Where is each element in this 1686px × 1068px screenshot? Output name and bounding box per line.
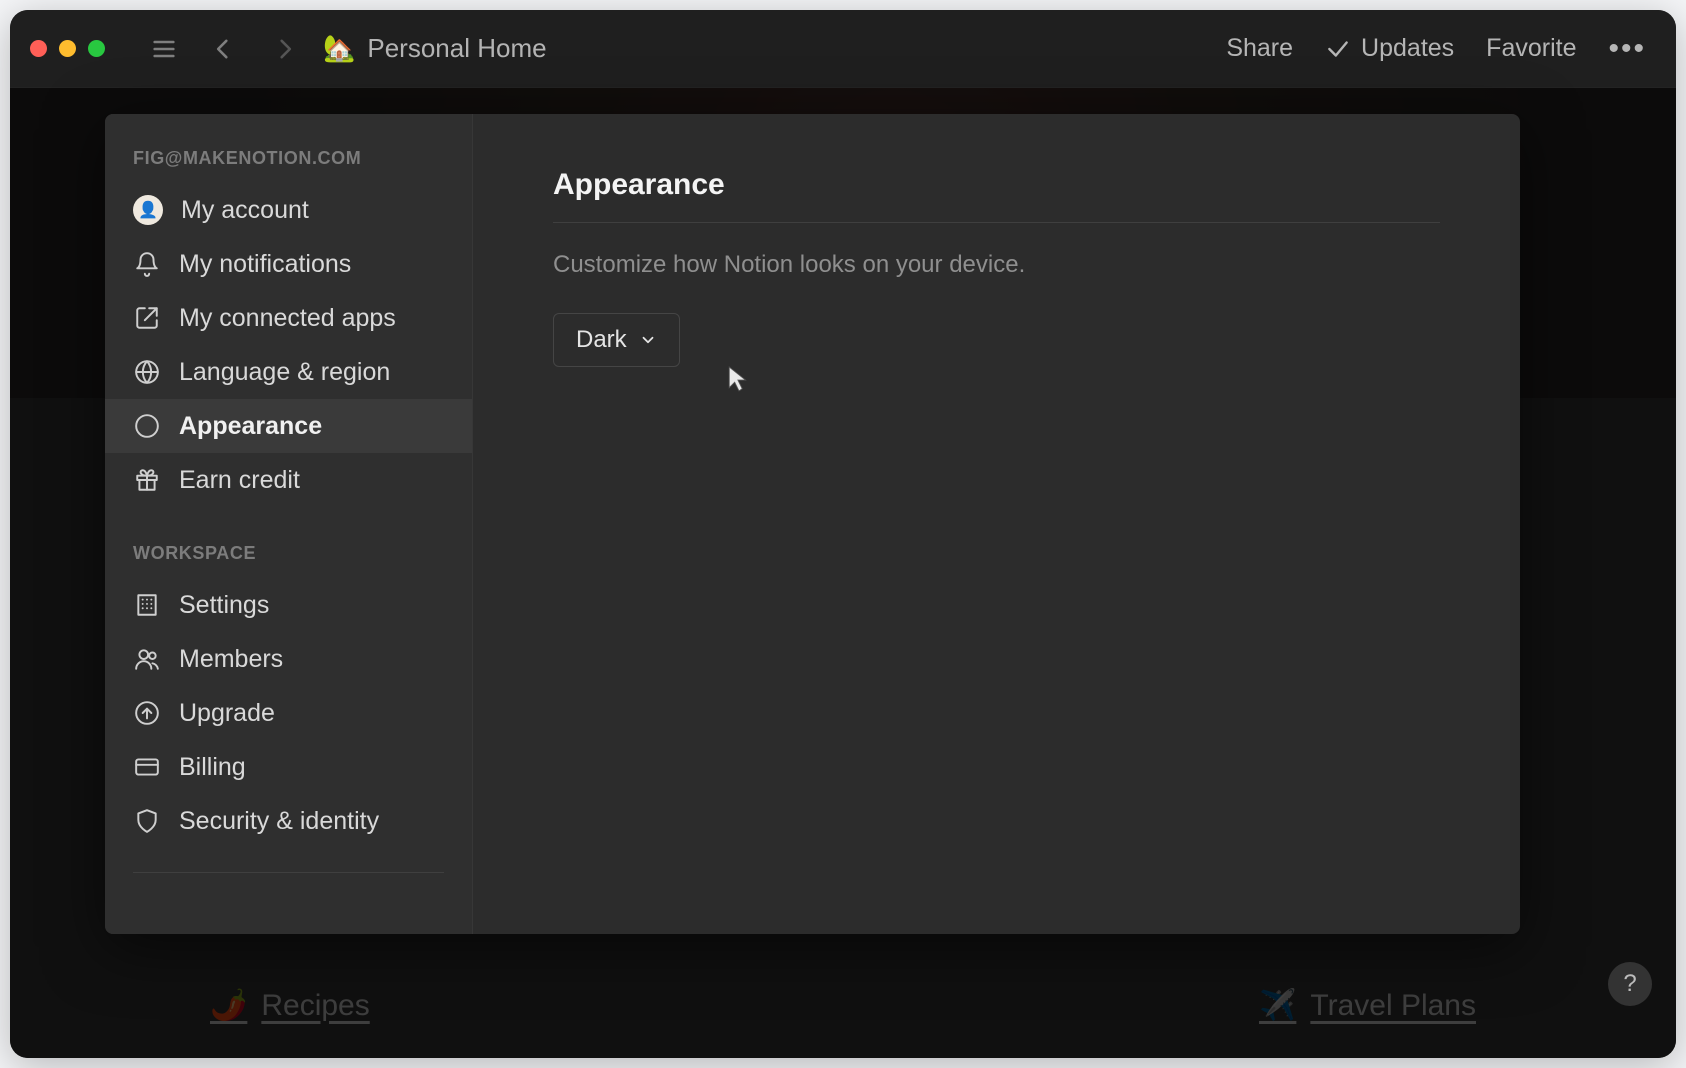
- breadcrumb[interactable]: 🏡 Personal Home: [323, 33, 547, 64]
- sidebar-divider: [133, 872, 444, 873]
- sidebar-item-settings[interactable]: Settings: [105, 578, 472, 632]
- recipes-emoji-icon: 🌶️: [210, 988, 247, 1023]
- travel-emoji-icon: ✈️: [1259, 988, 1296, 1023]
- sidebar-item-language[interactable]: Language & region: [105, 345, 472, 399]
- check-icon: [1325, 36, 1351, 62]
- favorite-button[interactable]: Favorite: [1486, 34, 1576, 63]
- settings-modal: FIG@MAKENOTION.COM 👤 My account My notif…: [105, 114, 1520, 934]
- sidebar-item-label: My account: [181, 196, 309, 225]
- sidebar-item-label: Appearance: [179, 412, 322, 441]
- settings-panel: Appearance Customize how Notion looks on…: [473, 114, 1520, 934]
- sidebar-item-label: My connected apps: [179, 304, 396, 333]
- share-button[interactable]: Share: [1226, 34, 1293, 63]
- sidebar-item-upgrade[interactable]: Upgrade: [105, 686, 472, 740]
- globe-icon: [133, 358, 161, 386]
- updates-button[interactable]: Updates: [1325, 34, 1454, 63]
- sidebar-item-appearance[interactable]: Appearance: [105, 399, 472, 453]
- theme-value: Dark: [576, 326, 627, 354]
- sidebar-item-label: Upgrade: [179, 699, 275, 728]
- sidebar-item-label: My notifications: [179, 250, 351, 279]
- bell-icon: [133, 250, 161, 278]
- building-icon: [133, 591, 161, 619]
- page-link-travel[interactable]: ✈️ Travel Plans: [1259, 988, 1476, 1023]
- traffic-lights: [30, 40, 105, 57]
- titlebar: 🏡 Personal Home Share Updates Favorite •…: [10, 10, 1676, 88]
- sidebar-item-members[interactable]: Members: [105, 632, 472, 686]
- avatar-icon: 👤: [133, 195, 163, 225]
- page-links: 🌶️ Recipes ✈️ Travel Plans: [210, 988, 1476, 1023]
- sidebar-item-security[interactable]: Security & identity: [105, 794, 472, 848]
- sidebar-item-billing[interactable]: Billing: [105, 740, 472, 794]
- back-button[interactable]: [203, 28, 245, 70]
- app-window: 🏡 Personal Home Share Updates Favorite •…: [10, 10, 1676, 1058]
- minimize-window-button[interactable]: [59, 40, 76, 57]
- credit-card-icon: [133, 753, 161, 781]
- close-window-button[interactable]: [30, 40, 47, 57]
- page-link-recipes[interactable]: 🌶️ Recipes: [210, 988, 370, 1023]
- page-emoji-icon: 🏡: [323, 33, 355, 64]
- sidebar-item-label: Earn credit: [179, 466, 300, 495]
- shield-icon: [133, 807, 161, 835]
- settings-group-workspace-header: WORKSPACE: [105, 533, 472, 578]
- sidebar-item-connected-apps[interactable]: My connected apps: [105, 291, 472, 345]
- gift-icon: [133, 466, 161, 494]
- titlebar-actions: Share Updates Favorite •••: [1226, 34, 1656, 64]
- cursor-icon: [728, 366, 750, 397]
- moon-icon: [133, 412, 161, 440]
- upgrade-icon: [133, 699, 161, 727]
- forward-button[interactable]: [263, 28, 305, 70]
- help-button[interactable]: ?: [1608, 962, 1652, 1006]
- hamburger-menu-icon[interactable]: [143, 28, 185, 70]
- zoom-window-button[interactable]: [88, 40, 105, 57]
- sidebar-item-label: Settings: [179, 591, 269, 620]
- sidebar-item-label: Billing: [179, 753, 246, 782]
- settings-group-account-header: FIG@MAKENOTION.COM: [105, 138, 472, 183]
- chevron-down-icon: [639, 331, 657, 349]
- sidebar-item-label: Members: [179, 645, 283, 674]
- theme-select[interactable]: Dark: [553, 313, 680, 367]
- settings-sidebar: FIG@MAKENOTION.COM 👤 My account My notif…: [105, 114, 473, 934]
- members-icon: [133, 645, 161, 673]
- more-options-icon[interactable]: •••: [1608, 34, 1646, 64]
- panel-description: Customize how Notion looks on your devic…: [553, 251, 1440, 279]
- sidebar-item-earn-credit[interactable]: Earn credit: [105, 453, 472, 507]
- sidebar-item-label: Security & identity: [179, 807, 379, 836]
- sidebar-item-my-account[interactable]: 👤 My account: [105, 183, 472, 237]
- sidebar-item-my-notifications[interactable]: My notifications: [105, 237, 472, 291]
- sidebar-item-label: Language & region: [179, 358, 390, 387]
- panel-title: Appearance: [553, 168, 1440, 223]
- external-link-icon: [133, 304, 161, 332]
- page-title: Personal Home: [367, 33, 546, 64]
